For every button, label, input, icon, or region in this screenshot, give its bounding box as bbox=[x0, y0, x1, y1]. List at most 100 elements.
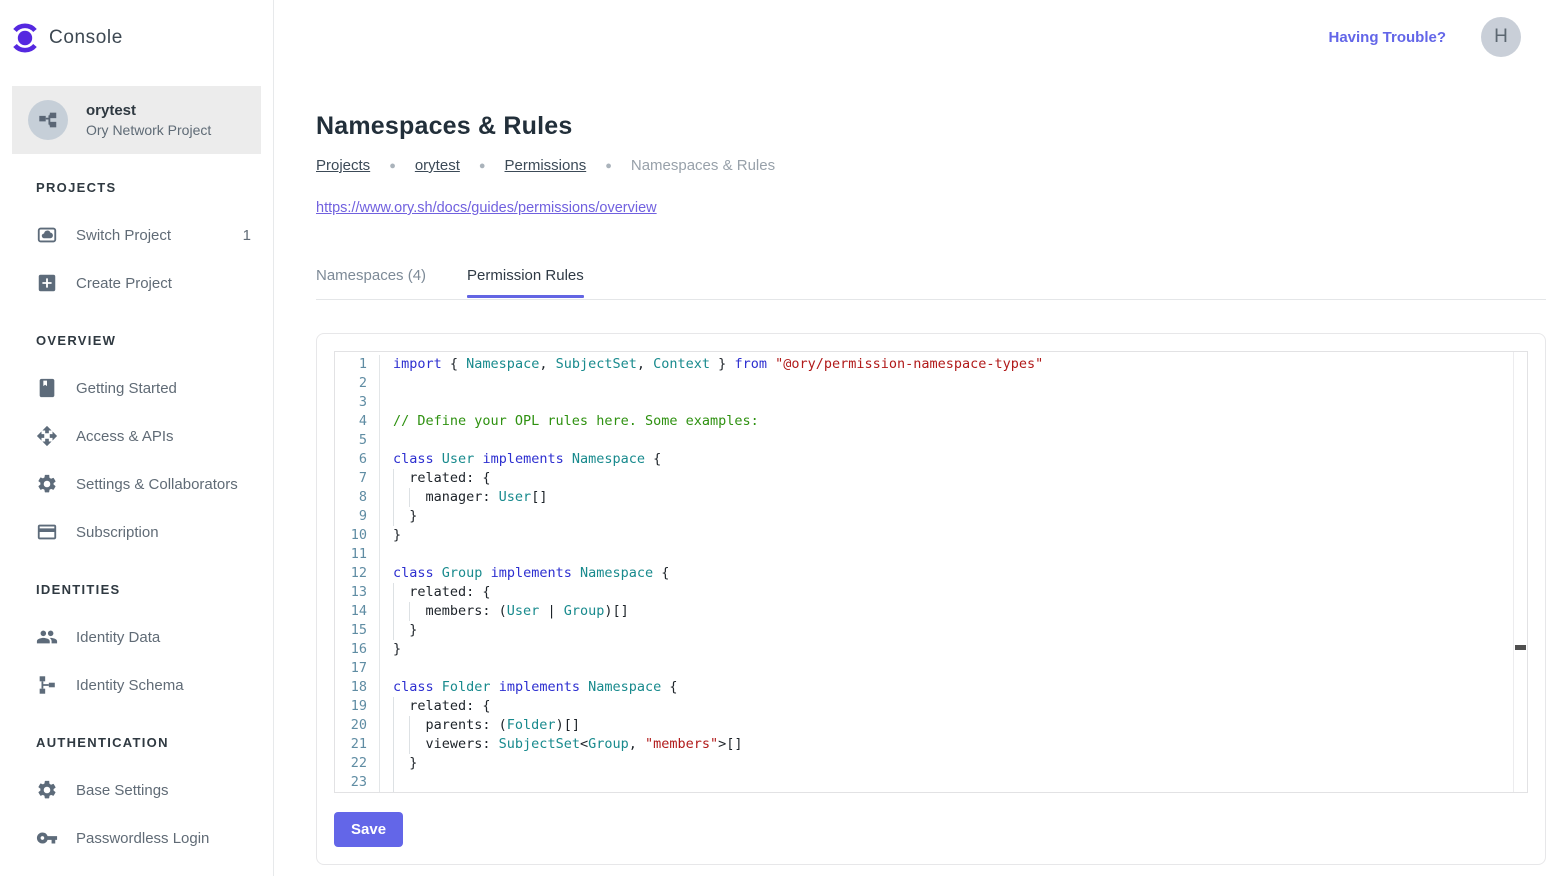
sidebar-item-create-project[interactable]: Create Project bbox=[0, 259, 273, 307]
project-name: orytest bbox=[86, 101, 211, 121]
code-line: 4// Define your OPL rules here. Some exa… bbox=[335, 412, 1527, 431]
code-line: 17 bbox=[335, 659, 1527, 678]
line-number: 1 bbox=[335, 355, 380, 374]
breadcrumb-separator: ● bbox=[389, 160, 396, 172]
code-text bbox=[380, 374, 393, 393]
editor-scrollbar-thumb[interactable] bbox=[1515, 645, 1526, 650]
line-number: 21 bbox=[335, 735, 380, 754]
code-text: class User implements Namespace { bbox=[380, 450, 661, 469]
code-line: 14 members: (User | Group)[] bbox=[335, 602, 1527, 621]
code-lines: 1import { Namespace, SubjectSet, Context… bbox=[335, 355, 1527, 793]
line-number: 18 bbox=[335, 678, 380, 697]
code-text: } bbox=[380, 507, 417, 526]
sidebar-item-badge: 1 bbox=[243, 227, 251, 244]
code-text: permits = { bbox=[380, 792, 499, 793]
line-number: 16 bbox=[335, 640, 380, 659]
line-number: 14 bbox=[335, 602, 380, 621]
tab-namespaces-4[interactable]: Namespaces (4) bbox=[316, 267, 426, 299]
arrows-icon bbox=[36, 425, 58, 447]
content-column: Having Trouble? H Namespaces & Rules Pro… bbox=[274, 0, 1556, 876]
code-line: 8 manager: User[] bbox=[335, 488, 1527, 507]
code-text bbox=[380, 659, 393, 678]
line-number: 2 bbox=[335, 374, 380, 393]
user-avatar[interactable]: H bbox=[1481, 17, 1521, 57]
indent-guide bbox=[393, 735, 401, 754]
docs-link[interactable]: https://www.ory.sh/docs/guides/permissio… bbox=[316, 200, 657, 216]
breadcrumb-projects[interactable]: Projects bbox=[316, 157, 370, 174]
indent-guide bbox=[393, 754, 401, 773]
line-number: 17 bbox=[335, 659, 380, 678]
code-text: class Folder implements Namespace { bbox=[380, 678, 678, 697]
line-number: 13 bbox=[335, 583, 380, 602]
indent-guide bbox=[393, 716, 401, 735]
breadcrumb-separator: ● bbox=[479, 160, 486, 172]
ory-logo-icon bbox=[12, 22, 38, 54]
sidebar-item-getting-started[interactable]: Getting Started bbox=[0, 364, 273, 412]
code-text: viewers: SubjectSet<Group, "members">[] bbox=[380, 735, 743, 754]
line-number: 12 bbox=[335, 564, 380, 583]
sidebar-nav: PROJECTSSwitch Project1Create ProjectOVE… bbox=[0, 180, 273, 862]
code-line: 18class Folder implements Namespace { bbox=[335, 678, 1527, 697]
sidebar-item-subscription[interactable]: Subscription bbox=[0, 508, 273, 556]
breadcrumb-permissions[interactable]: Permissions bbox=[505, 157, 587, 174]
line-number: 5 bbox=[335, 431, 380, 450]
sidebar-item-switch-project[interactable]: Switch Project1 bbox=[0, 211, 273, 259]
code-text: related: { bbox=[380, 697, 491, 716]
gear-icon bbox=[36, 779, 58, 801]
save-button[interactable]: Save bbox=[334, 812, 403, 847]
code-line: 23 bbox=[335, 773, 1527, 792]
key-icon bbox=[36, 827, 58, 849]
indent-guide bbox=[393, 697, 401, 716]
sidebar-section-label-identities: IDENTITIES bbox=[0, 582, 273, 597]
indent-guide bbox=[393, 602, 401, 621]
sidebar-item-label: Switch Project bbox=[76, 227, 243, 244]
page-title: Namespaces & Rules bbox=[316, 112, 1546, 140]
book-icon bbox=[36, 377, 58, 399]
tab-bar: Namespaces (4) Permission Rules bbox=[316, 267, 1546, 300]
sidebar-item-identity-schema[interactable]: Identity Schema bbox=[0, 661, 273, 709]
sidebar-item-passwordless-login[interactable]: Passwordless Login bbox=[0, 814, 273, 862]
line-number: 8 bbox=[335, 488, 380, 507]
code-line: 13 related: { bbox=[335, 583, 1527, 602]
sidebar-section-label-projects: PROJECTS bbox=[0, 180, 273, 195]
sidebar-item-label: Create Project bbox=[76, 275, 251, 292]
breadcrumb-separator: ● bbox=[605, 160, 612, 172]
code-line: 24 permits = { bbox=[335, 792, 1527, 793]
topbar: Having Trouble? H bbox=[274, 0, 1556, 74]
code-text: related: { bbox=[380, 583, 491, 602]
code-line: 6class User implements Namespace { bbox=[335, 450, 1527, 469]
code-line: 19 related: { bbox=[335, 697, 1527, 716]
sidebar-item-base-settings[interactable]: Base Settings bbox=[0, 766, 273, 814]
code-text: class Group implements Namespace { bbox=[380, 564, 669, 583]
line-number: 20 bbox=[335, 716, 380, 735]
code-text: manager: User[] bbox=[380, 488, 547, 507]
project-type: Ory Network Project bbox=[86, 121, 211, 140]
sidebar-item-label: Identity Data bbox=[76, 629, 251, 646]
project-switcher-card[interactable]: orytest Ory Network Project bbox=[12, 86, 261, 154]
code-line: 22 } bbox=[335, 754, 1527, 773]
card-icon bbox=[36, 521, 58, 543]
breadcrumb-orytest[interactable]: orytest bbox=[415, 157, 460, 174]
editor-scrollbar-track[interactable] bbox=[1513, 352, 1527, 792]
brand-logo-row[interactable]: Console bbox=[0, 0, 273, 62]
code-line: 1import { Namespace, SubjectSet, Context… bbox=[335, 355, 1527, 374]
sidebar-item-identity-data[interactable]: Identity Data bbox=[0, 613, 273, 661]
indent-guide bbox=[393, 469, 401, 488]
code-text bbox=[380, 545, 393, 564]
code-text: } bbox=[380, 621, 417, 640]
sidebar-item-access-apis[interactable]: Access & APIs bbox=[0, 412, 273, 460]
indent-guide bbox=[393, 583, 401, 602]
code-line: 5 bbox=[335, 431, 1527, 450]
app-name: Console bbox=[49, 27, 123, 49]
line-number: 10 bbox=[335, 526, 380, 545]
sidebar-item-label: Subscription bbox=[76, 524, 251, 541]
code-text: } bbox=[380, 526, 401, 545]
indent-guide bbox=[393, 792, 401, 793]
tab-permission-rules[interactable]: Permission Rules bbox=[467, 267, 584, 299]
line-number: 15 bbox=[335, 621, 380, 640]
sidebar-item-label: Passwordless Login bbox=[76, 830, 251, 847]
having-trouble-link[interactable]: Having Trouble? bbox=[1328, 29, 1446, 46]
line-number: 4 bbox=[335, 412, 380, 431]
sidebar-item-settings-collaborators[interactable]: Settings & Collaborators bbox=[0, 460, 273, 508]
code-editor[interactable]: 1import { Namespace, SubjectSet, Context… bbox=[334, 351, 1528, 793]
